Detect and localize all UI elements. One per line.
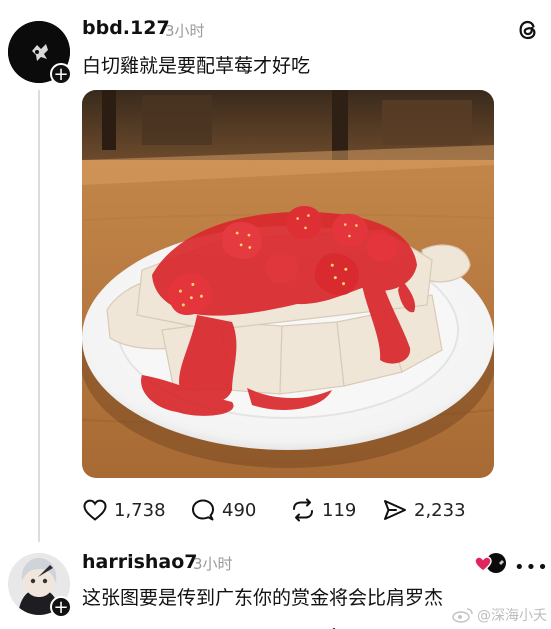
chicken-strawberry-photo (82, 90, 494, 478)
watermark-text: @深海小夭 (477, 608, 547, 624)
liked-by-author-badge (474, 551, 510, 575)
heart-icon (83, 499, 107, 521)
like-count: 1,738 (114, 499, 166, 521)
reply-text: 这张图要是传到广东你的赏金将会比肩罗杰 (82, 587, 444, 609)
username[interactable]: harrishao7 (82, 551, 198, 573)
repost-button[interactable]: 119 (290, 498, 356, 522)
username[interactable]: bbd.127 (82, 17, 170, 39)
thread-line (38, 90, 40, 542)
share-count: 2,233 (414, 499, 466, 521)
heart-badge-icon (474, 553, 506, 573)
reply-actions-partial (82, 621, 342, 629)
comment-icon (192, 499, 214, 521)
post-photo[interactable] (82, 90, 494, 478)
send-icon (384, 500, 406, 520)
share-button[interactable]: 2,233 (382, 498, 466, 522)
comment-button[interactable]: 490 (190, 498, 256, 522)
more-options-icon[interactable]: ••• (514, 557, 549, 578)
repost-count: 119 (322, 499, 357, 521)
weibo-logo-icon (452, 608, 473, 623)
follow-plus-button[interactable]: + (50, 596, 72, 618)
like-button[interactable]: 1,738 (82, 498, 166, 522)
follow-plus-button[interactable]: + (50, 63, 72, 85)
timestamp: 3小时 (165, 22, 205, 40)
repost-icon (293, 498, 313, 522)
timestamp: 3小时 (193, 555, 233, 573)
comment-count: 490 (222, 499, 257, 521)
post-text: 白切雞就是要配草莓才好吃 (82, 55, 311, 77)
threads-logo-icon[interactable] (515, 17, 541, 47)
watermark: @深海小夭 (452, 605, 547, 625)
